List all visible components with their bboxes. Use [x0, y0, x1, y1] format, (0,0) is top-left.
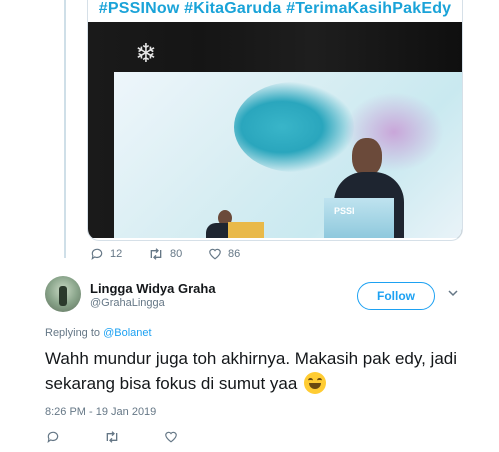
reply-count: 12	[110, 248, 123, 260]
quoted-tweet-actions: 12 80 86	[0, 247, 499, 263]
retweet-action[interactable]: 80	[148, 247, 182, 261]
podium-logo-text: PSSI	[334, 206, 355, 216]
retweet-icon	[150, 248, 162, 260]
like-action[interactable]: 86	[208, 247, 240, 260]
tweet-timestamp[interactable]: 8:26 PM - 19 Jan 2019	[45, 406, 156, 418]
follow-button[interactable]: Follow	[357, 282, 435, 310]
speaker-podium	[324, 198, 394, 238]
chevron-down-icon[interactable]	[448, 288, 458, 298]
grinning-squinting-face-emoji	[304, 372, 327, 394]
like-icon	[209, 248, 221, 260]
replying-mention-link[interactable]: @Bolanet	[103, 327, 151, 339]
reply-icon	[91, 248, 103, 261]
tweet-media-card[interactable]: #PSSINow #KitaGaruda #TerimaKasihPakEdy …	[87, 0, 463, 241]
retweet-icon[interactable]	[104, 430, 120, 444]
thread-connector-line	[64, 0, 66, 258]
replying-to: Replying to @Bolanet	[45, 327, 152, 339]
reply-icon[interactable]	[46, 430, 60, 444]
garuda-emblem-icon: ❄	[135, 38, 157, 68]
tweet-text: Wahh mundur juga toh akhirnya. Makasih p…	[45, 346, 485, 396]
user-handle[interactable]: @GrahaLingga	[90, 297, 165, 309]
like-count: 86	[228, 247, 241, 260]
small-podium	[228, 222, 264, 238]
user-display-name[interactable]: Lingga Widya Graha	[90, 281, 216, 296]
tweet-body: Wahh mundur juga toh akhirnya. Makasih p…	[45, 349, 458, 393]
tweet-photo[interactable]: #PSSINow #KitaGaruda #TerimaKasihPakEdy …	[88, 0, 462, 238]
reply-action[interactable]: 12	[90, 247, 122, 261]
retweet-count: 80	[170, 248, 183, 260]
replying-prefix: Replying to	[45, 327, 101, 339]
avatar[interactable]	[45, 276, 81, 312]
stage-backdrop	[114, 72, 462, 238]
like-icon[interactable]	[164, 430, 178, 443]
hashtag-banner: #PSSINow #KitaGaruda #TerimaKasihPakEdy	[88, 0, 462, 22]
